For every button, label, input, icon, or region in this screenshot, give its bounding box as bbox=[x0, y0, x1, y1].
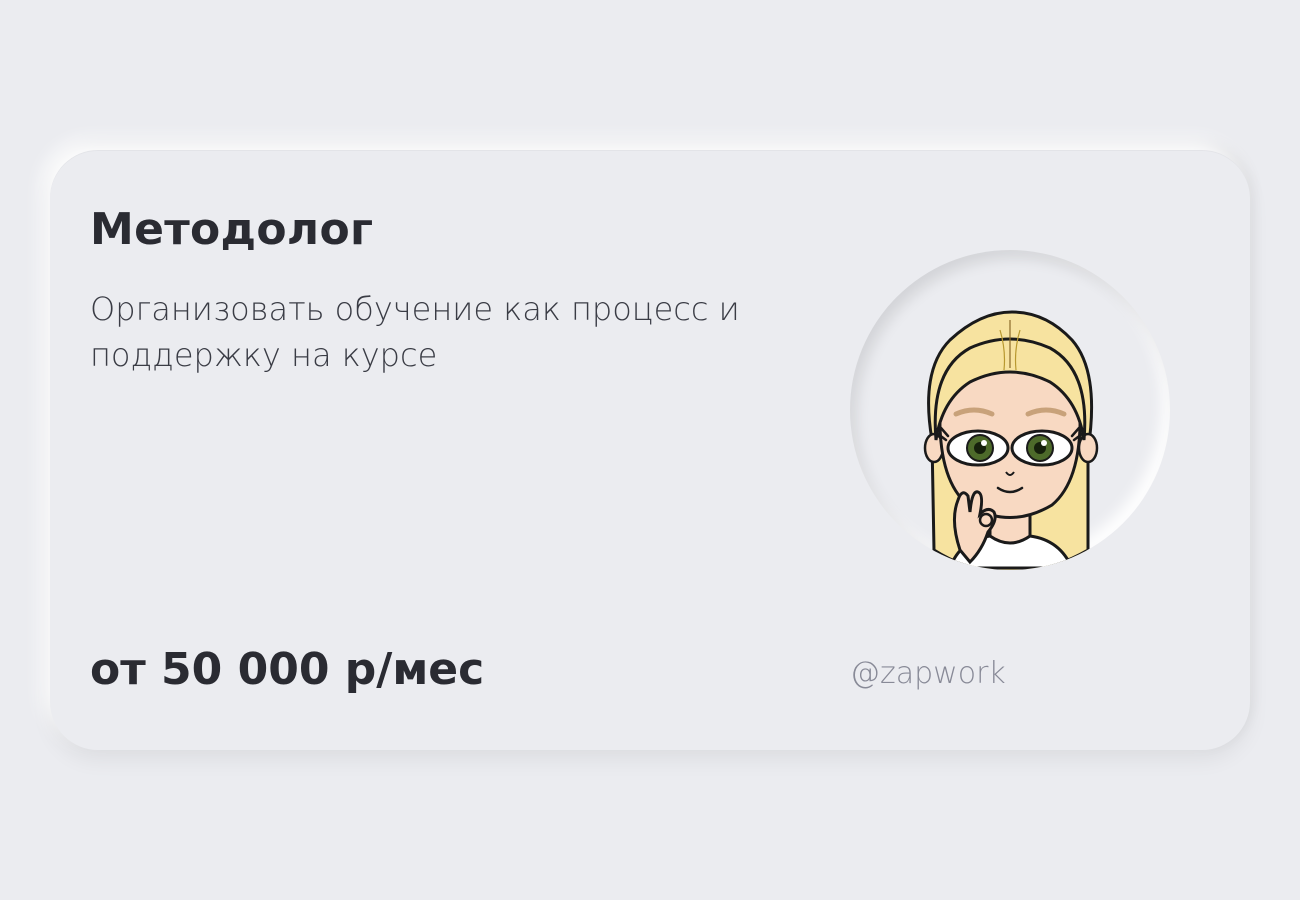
job-salary: от 50 000 р/мес bbox=[90, 644, 485, 695]
avatar bbox=[850, 250, 1170, 570]
job-description: Организовать обучение как процесс и подд… bbox=[90, 290, 740, 374]
job-title: Методолог bbox=[90, 204, 374, 255]
cartoon-girl-avatar-icon bbox=[923, 310, 1099, 570]
job-card[interactable]: Методолог Организовать обучение как проц… bbox=[50, 150, 1250, 750]
author-handle[interactable]: @zapwork bbox=[850, 656, 1006, 691]
